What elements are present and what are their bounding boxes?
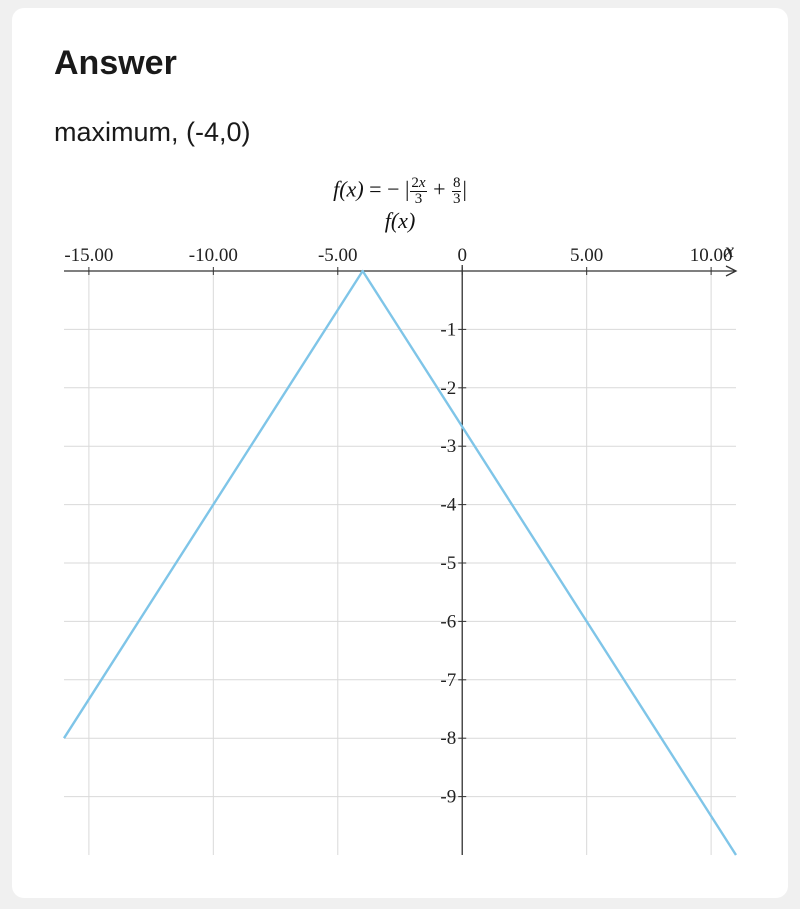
svg-text:-7: -7 bbox=[440, 670, 456, 691]
fraction-1-num: 2x bbox=[410, 176, 426, 192]
equation-eq: = bbox=[364, 177, 387, 202]
fraction-2-num: 8 bbox=[452, 176, 462, 192]
abs-close: | bbox=[462, 177, 466, 202]
answer-heading: Answer bbox=[54, 44, 746, 83]
abs-open: | bbox=[405, 177, 409, 202]
answer-card: Answer maximum, (-4,0) f(x) = − |2x3 + 8… bbox=[12, 8, 788, 898]
svg-text:-15.00: -15.00 bbox=[64, 245, 113, 266]
fraction-2: 83 bbox=[452, 176, 462, 207]
equation-neg: − bbox=[387, 177, 405, 202]
svg-text:-4: -4 bbox=[440, 495, 456, 516]
equation-plus: + bbox=[428, 177, 451, 202]
fraction-1: 2x3 bbox=[410, 176, 426, 207]
svg-text:-3: -3 bbox=[440, 436, 456, 457]
equation-lhs: f(x) bbox=[333, 177, 364, 202]
svg-text:-5: -5 bbox=[440, 553, 456, 574]
svg-text:-10.00: -10.00 bbox=[189, 245, 238, 266]
fraction-1-den: 3 bbox=[410, 192, 426, 207]
chart-plot: -15.00-10.00-5.0005.0010.00-1-2-3-4-5-6-… bbox=[58, 235, 742, 861]
svg-text:5.00: 5.00 bbox=[570, 245, 603, 266]
chart-container: -15.00-10.00-5.0005.0010.00-1-2-3-4-5-6-… bbox=[58, 235, 742, 861]
svg-text:x: x bbox=[724, 238, 735, 262]
answer-text: maximum, (-4,0) bbox=[54, 117, 746, 148]
svg-text:-8: -8 bbox=[440, 728, 456, 749]
svg-text:-9: -9 bbox=[440, 787, 456, 808]
svg-text:0: 0 bbox=[457, 245, 467, 266]
fraction-2-den: 3 bbox=[452, 192, 462, 207]
svg-text:-6: -6 bbox=[440, 612, 456, 633]
function-equation: f(x) = − |2x3 + 83| bbox=[54, 176, 746, 207]
svg-text:-5.00: -5.00 bbox=[318, 245, 358, 266]
svg-text:-1: -1 bbox=[440, 320, 456, 341]
function-sub-label: f(x) bbox=[54, 209, 746, 233]
